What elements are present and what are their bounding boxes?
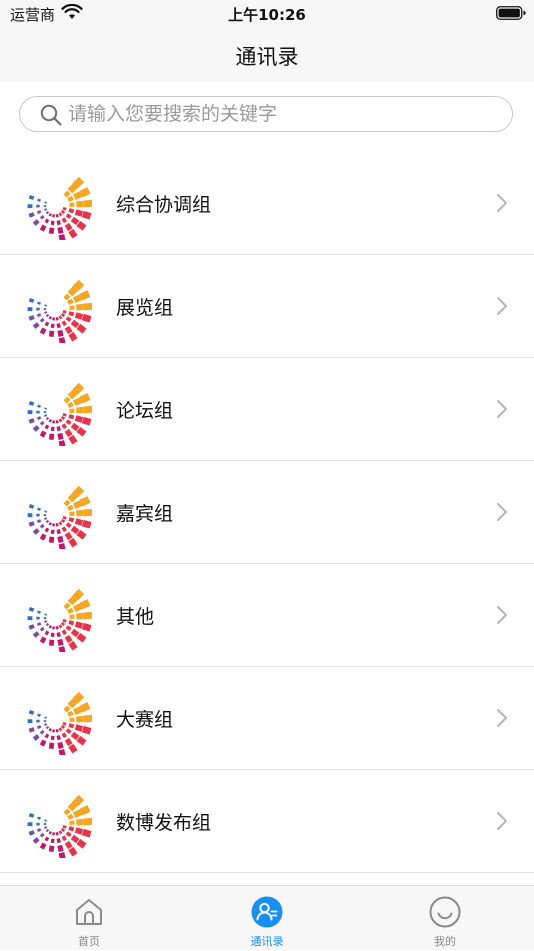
group-name: 论坛组 xyxy=(116,400,174,422)
tab-contacts[interactable]: 通讯录 xyxy=(178,886,356,951)
group-name: 展览组 xyxy=(116,297,174,319)
group-logo-icon xyxy=(27,691,92,755)
chevron-right-icon xyxy=(497,812,507,830)
chevron-right-icon xyxy=(497,194,507,212)
chevron-right-icon xyxy=(497,503,507,521)
home-icon xyxy=(76,899,102,925)
group-logo-icon xyxy=(27,794,92,858)
list-item[interactable]: 其他 xyxy=(0,564,534,667)
search-icon xyxy=(40,104,62,126)
group-name: 大赛组 xyxy=(116,709,174,731)
list-item[interactable]: 综合协调组 xyxy=(0,152,534,255)
group-name: 嘉宾组 xyxy=(116,503,174,525)
group-logo-icon xyxy=(27,485,92,549)
list-item[interactable]: 展览组 xyxy=(0,255,534,358)
chevron-right-icon xyxy=(497,297,507,315)
search-box[interactable] xyxy=(19,96,513,132)
contacts-icon xyxy=(251,896,283,928)
group-logo-icon xyxy=(27,588,92,652)
search-input[interactable] xyxy=(68,100,488,128)
tab-mine[interactable]: 我的 xyxy=(356,886,534,951)
list-item[interactable]: 嘉宾组 xyxy=(0,461,534,564)
chevron-right-icon xyxy=(497,709,507,727)
group-logo-icon xyxy=(27,176,92,240)
tab-contacts-label: 通讯录 xyxy=(250,935,284,948)
status-time: 上午10:26 xyxy=(228,6,306,24)
group-name: 其他 xyxy=(116,606,155,628)
group-list: 综合协调组展览组论坛组嘉宾组其他大赛组数博发布组 xyxy=(0,152,534,873)
status-bar: 运营商 上午10:26 xyxy=(0,0,534,28)
group-logo-icon xyxy=(27,279,92,343)
tab-home-label: 首页 xyxy=(78,935,100,948)
tab-mine-label: 我的 xyxy=(434,935,456,948)
group-logo-icon xyxy=(27,382,92,446)
search-section xyxy=(0,82,534,146)
smile-icon xyxy=(429,896,461,928)
chevron-right-icon xyxy=(497,400,507,418)
chevron-right-icon xyxy=(497,606,507,624)
group-name: 数博发布组 xyxy=(116,812,212,834)
list-item[interactable]: 大赛组 xyxy=(0,667,534,770)
tab-home[interactable]: 首页 xyxy=(0,886,178,951)
list-item[interactable]: 数博发布组 xyxy=(0,770,534,873)
navigation-bar: 通讯录 xyxy=(0,28,534,82)
group-name: 综合协调组 xyxy=(116,194,212,216)
list-item[interactable]: 论坛组 xyxy=(0,358,534,461)
battery-icon xyxy=(496,6,526,20)
page-title: 通讯录 xyxy=(235,45,299,69)
tab-bar: 首页 通讯录 我的 xyxy=(0,885,534,950)
